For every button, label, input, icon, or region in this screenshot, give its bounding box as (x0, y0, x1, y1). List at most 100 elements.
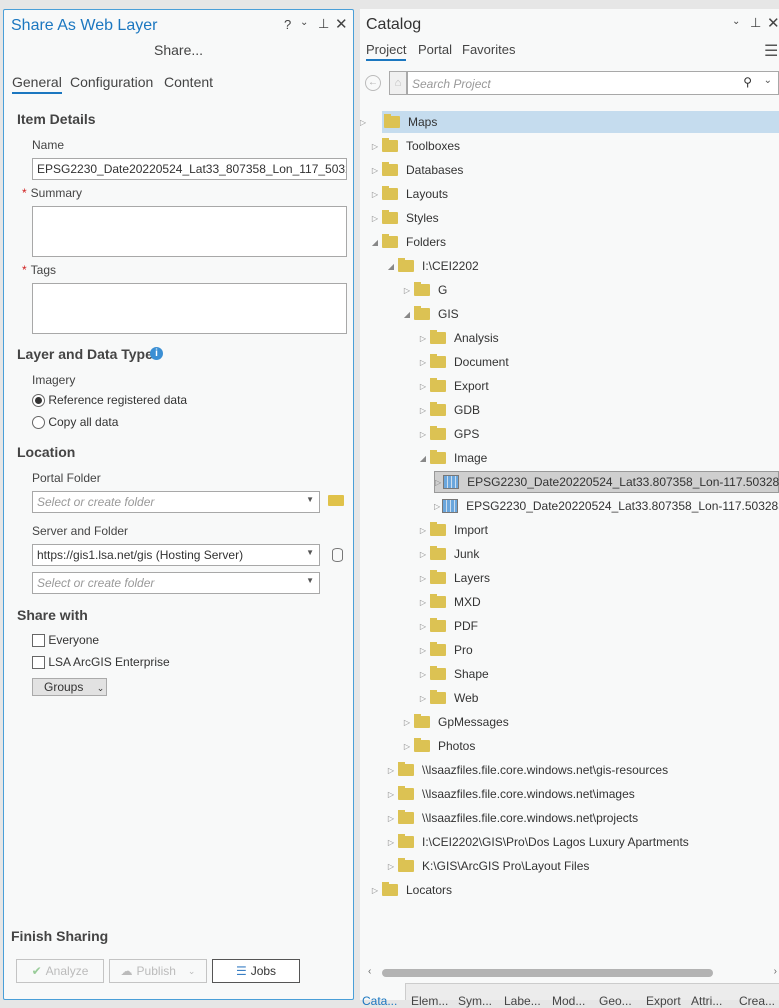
checkbox[interactable] (32, 656, 45, 670)
expand-icon[interactable]: ▷ (418, 430, 428, 439)
collapse-icon[interactable]: ◢ (418, 454, 428, 463)
expand-icon[interactable]: ▷ (418, 646, 428, 655)
tree-item[interactable]: ▷ K:\GIS\ArcGIS Pro\Layout Files (386, 855, 779, 877)
expand-icon[interactable]: ▷ (402, 742, 412, 751)
radio-reference-registered[interactable]: Reference registered data (32, 393, 187, 408)
tree-item[interactable]: ▷ EPSG2230_Date20220524_Lat33.807358_Lon-… (434, 495, 779, 517)
menu-icon[interactable]: ☰ (764, 41, 778, 61)
radio-button[interactable] (32, 416, 45, 430)
tree-item[interactable]: ◢ GIS (402, 303, 779, 325)
expand-icon[interactable]: ▷ (386, 766, 396, 775)
tree-item[interactable]: ▷ Import (418, 519, 779, 541)
scroll-right-icon[interactable]: › (774, 966, 777, 977)
expand-icon[interactable]: ▷ (360, 118, 368, 127)
expand-icon[interactable]: ▷ (402, 718, 412, 727)
expand-icon[interactable]: ▷ (386, 862, 396, 871)
expand-icon[interactable]: ▷ (370, 142, 380, 151)
expand-icon[interactable]: ▷ (418, 526, 428, 535)
radio-button[interactable] (32, 394, 45, 408)
tree-item[interactable]: ▷ Web (418, 687, 779, 709)
expand-icon[interactable]: ▷ (434, 502, 440, 511)
bottom-tab[interactable]: Attri... (691, 994, 722, 1008)
server-folder-dropdown[interactable]: Select or create folder ▼ (32, 572, 320, 594)
bottom-tab[interactable]: Cata... (362, 994, 397, 1008)
tab-general[interactable]: General (12, 74, 62, 94)
pin-icon[interactable]: ⊥ (750, 15, 761, 31)
tab-content[interactable]: Content (164, 74, 213, 90)
tree-item[interactable]: ▷ Layouts (370, 183, 779, 205)
tags-textarea[interactable] (32, 283, 347, 334)
tree-item[interactable]: ▷ Document (418, 351, 779, 373)
search-icon[interactable]: ⚲ (743, 75, 752, 89)
tree-item[interactable]: ▷ EPSG2230_Date20220524_Lat33.807358_Lon-… (434, 471, 779, 493)
tree-item[interactable]: ▷ \\lsaazfiles.file.core.windows.net\gis-… (386, 759, 779, 781)
expand-icon[interactable]: ▷ (386, 814, 396, 823)
checkbox[interactable] (32, 634, 45, 648)
expand-icon[interactable]: ▷ (418, 574, 428, 583)
bottom-tab[interactable]: Export (646, 994, 681, 1008)
expand-icon[interactable]: ▷ (418, 694, 428, 703)
bottom-tab[interactable]: Geo... (599, 994, 632, 1008)
tree-item[interactable]: ▷ Export (418, 375, 779, 397)
close-icon[interactable]: ✕ (767, 14, 779, 32)
tree-item[interactable]: ▷ Styles (370, 207, 779, 229)
expand-icon[interactable]: ▷ (418, 622, 428, 631)
tree-item[interactable]: ▷ Pro (418, 639, 779, 661)
checkbox-enterprise[interactable]: LSA ArcGIS Enterprise (32, 655, 170, 670)
tree-item[interactable]: ▷ MXD (418, 591, 779, 613)
bottom-tab[interactable]: Sym... (458, 994, 492, 1008)
tree-item[interactable]: ▷ Analysis (418, 327, 779, 349)
expand-icon[interactable]: ▷ (370, 166, 380, 175)
server-dropdown[interactable]: https://gis1.lsa.net/gis (Hosting Server… (32, 544, 320, 566)
expand-icon[interactable]: ▷ (418, 334, 428, 343)
expand-icon[interactable]: ▷ (402, 286, 412, 295)
tree-item[interactable]: ▷ GDB (418, 399, 779, 421)
publish-button[interactable]: ☁ Publish ⌄ (109, 959, 207, 983)
expand-icon[interactable]: ▷ (418, 598, 428, 607)
tree-item[interactable]: ▷ Locators (370, 879, 779, 901)
tree-item[interactable]: ▷ \\lsaazfiles.file.core.windows.net\imag… (386, 783, 779, 805)
close-icon[interactable]: ✕ (335, 15, 348, 33)
expand-icon[interactable]: ▷ (435, 478, 441, 487)
portal-folder-dropdown[interactable]: Select or create folder ▼ (32, 491, 320, 513)
expand-icon[interactable]: ▷ (418, 550, 428, 559)
collapse-icon[interactable]: ◢ (370, 238, 380, 247)
tree-item[interactable]: ▷ PDF (418, 615, 779, 637)
horizontal-scrollbar[interactable]: ‹ › (366, 965, 779, 981)
search-input[interactable]: Search Project ⚲ ⌄ (407, 71, 779, 95)
expand-icon[interactable]: ▷ (418, 358, 428, 367)
expand-icon[interactable]: ▷ (370, 886, 380, 895)
scroll-left-icon[interactable]: ‹ (368, 966, 371, 977)
bottom-tab[interactable]: Mod... (552, 994, 585, 1008)
tree-item[interactable]: ◢ Folders (370, 231, 779, 253)
summary-textarea[interactable] (32, 206, 347, 257)
tree-item[interactable]: ▷ Junk (418, 543, 779, 565)
expand-icon[interactable]: ▷ (370, 190, 380, 199)
expand-icon[interactable]: ▷ (370, 214, 380, 223)
expand-icon[interactable]: ▷ (418, 382, 428, 391)
help-icon[interactable]: ? (284, 17, 291, 32)
tree-item[interactable]: ▷ \\lsaazfiles.file.core.windows.net\proj… (386, 807, 779, 829)
checkbox-everyone[interactable]: Everyone (32, 633, 99, 648)
scrollbar-thumb[interactable] (382, 969, 713, 977)
tab-portal[interactable]: Portal (418, 42, 452, 57)
tree-item[interactable]: ▷ Maps (360, 111, 779, 133)
options-chevron-icon[interactable]: ⌄ (300, 17, 308, 28)
chevron-down-icon[interactable]: ⌄ (764, 75, 772, 86)
server-settings-icon[interactable] (332, 548, 343, 562)
analyze-button[interactable]: ✔ Analyze (16, 959, 104, 983)
browse-folder-icon[interactable] (328, 495, 344, 506)
collapse-icon[interactable]: ◢ (386, 262, 396, 271)
tree-item[interactable]: ▷ GPS (418, 423, 779, 445)
expand-icon[interactable]: ▷ (418, 406, 428, 415)
tree-item[interactable]: ▷ G (402, 279, 779, 301)
collapse-icon[interactable]: ◢ (402, 310, 412, 319)
tree-item[interactable]: ▷ I:\CEI2202\GIS\Pro\Dos Lagos Luxury Apa… (386, 831, 779, 853)
tab-configuration[interactable]: Configuration (70, 74, 153, 90)
expand-icon[interactable]: ▷ (386, 790, 396, 799)
tree-item[interactable]: ▷ Photos (402, 735, 779, 757)
tree-item[interactable]: ▷ GpMessages (402, 711, 779, 733)
tree-item[interactable]: ▷ Shape (418, 663, 779, 685)
info-icon[interactable]: i (150, 347, 163, 360)
tab-favorites[interactable]: Favorites (462, 42, 515, 57)
